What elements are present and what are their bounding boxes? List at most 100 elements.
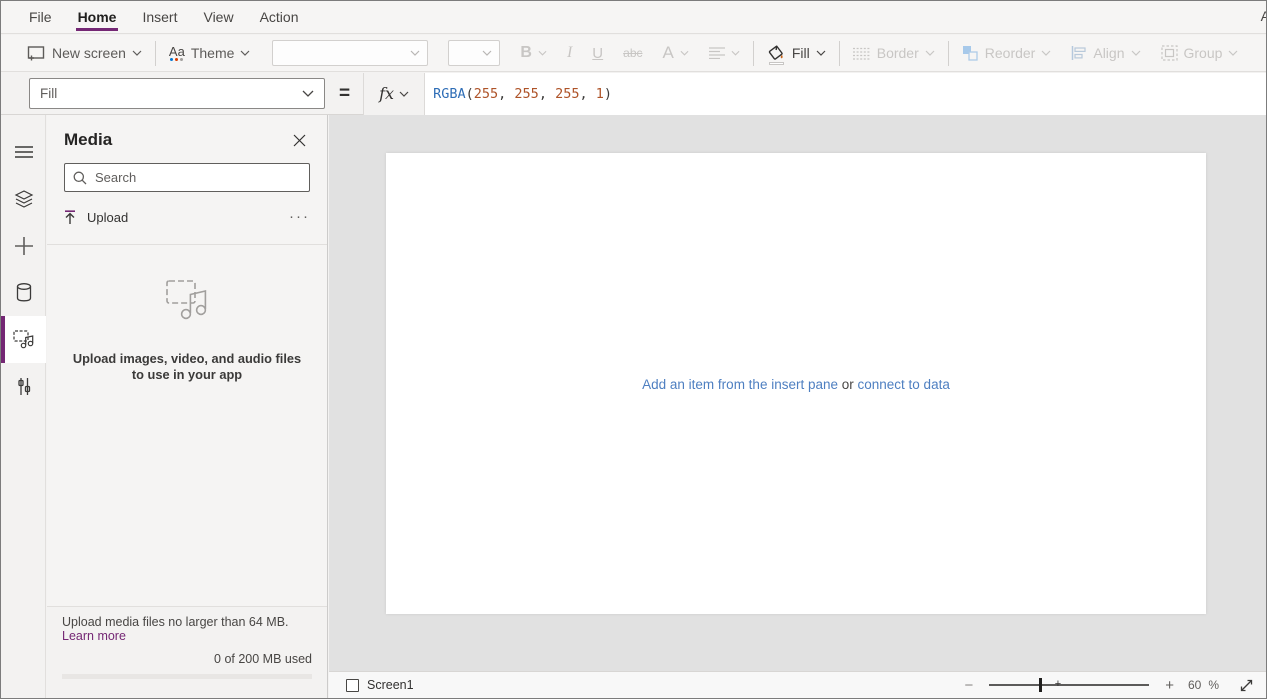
database-icon [16, 283, 32, 302]
border-button[interactable]: Border [843, 35, 945, 71]
fill-button[interactable]: Fill [757, 35, 836, 71]
screen-name: Screen1 [367, 678, 414, 692]
font-size-select[interactable] [448, 40, 500, 66]
media-empty-state: Upload images, video, and audio files to… [47, 245, 327, 383]
chevron-down-icon [302, 90, 314, 97]
fit-to-window-button[interactable] [1239, 678, 1254, 693]
border-icon [853, 47, 871, 60]
theme-button[interactable]: Aa Theme [159, 35, 260, 71]
new-screen-label: New screen [52, 45, 126, 61]
strikethrough-button[interactable]: abc [613, 35, 652, 71]
status-bar: Screen1 − + + 60% [329, 671, 1266, 698]
font-color-icon: A [663, 43, 674, 63]
formula-input[interactable]: RGBA(255, 255, 255, 1) [425, 73, 1266, 115]
group-button[interactable]: Group [1151, 35, 1249, 71]
group-icon [1161, 45, 1178, 61]
zoom-out-button[interactable]: − [958, 678, 979, 693]
media-panel-footer: Upload media files no larger than 64 MB.… [47, 606, 327, 698]
rail-media-button[interactable] [1, 316, 46, 363]
rail-insert-button[interactable] [1, 222, 46, 269]
media-icon [13, 330, 35, 349]
bold-button[interactable]: B [510, 35, 557, 71]
reorder-button[interactable]: Reorder [952, 35, 1062, 71]
learn-more-link[interactable]: Learn more [62, 629, 312, 643]
media-panel: Media Upload ··· [47, 115, 328, 698]
toolbar-divider [753, 41, 754, 66]
zoom-controls: − + + 60% [958, 678, 1254, 693]
chevron-down-icon [240, 50, 250, 56]
toolbar-divider [839, 41, 840, 66]
add-item-link[interactable]: Add an item from the insert pane [642, 377, 838, 392]
hamburger-icon [15, 146, 33, 158]
formula-number: 255 [474, 86, 498, 102]
chevron-down-icon [731, 50, 740, 56]
menu-action[interactable]: Action [247, 1, 312, 33]
underline-button[interactable]: U [582, 35, 613, 71]
italic-icon: I [567, 44, 572, 62]
menu-insert[interactable]: Insert [129, 1, 190, 33]
theme-label: Theme [191, 45, 235, 61]
media-empty-text: Upload images, video, and audio files to… [71, 351, 303, 383]
text-align-button[interactable] [699, 35, 750, 71]
storage-usage-text: 0 of 200 MB used [62, 652, 312, 666]
clipped-right-text: A [1261, 8, 1266, 24]
search-icon [73, 171, 87, 185]
property-select-value: Fill [40, 86, 57, 101]
chevron-down-icon [925, 50, 935, 56]
zoom-slider-thumb[interactable] [1039, 678, 1042, 692]
close-icon [293, 134, 306, 147]
zoom-percent: 60% [1188, 678, 1219, 692]
rail-data-button[interactable] [1, 269, 46, 316]
zoom-in-button[interactable]: + [1159, 678, 1180, 693]
connect-to-data-link[interactable]: connect to data [858, 377, 950, 392]
empty-screen-prompt: Add an item from the insert pane or conn… [386, 377, 1206, 392]
rail-advanced-tools-button[interactable] [1, 363, 46, 410]
link-separator-text: or [838, 377, 858, 392]
close-panel-button[interactable] [288, 129, 310, 151]
left-rail [1, 115, 46, 698]
fx-icon: fx [379, 84, 394, 103]
menu-home[interactable]: Home [65, 1, 130, 33]
upload-label: Upload [87, 210, 128, 225]
formula-separator: , [498, 86, 514, 102]
align-button[interactable]: Align [1061, 35, 1150, 71]
more-options-button[interactable]: ··· [289, 212, 310, 222]
menu-file[interactable]: File [16, 1, 65, 33]
rail-hamburger-button[interactable] [1, 128, 46, 175]
align-label: Align [1093, 45, 1124, 61]
property-select[interactable]: Fill [29, 78, 325, 109]
tree-view-icon [14, 190, 34, 208]
chevron-down-icon [1131, 50, 1141, 56]
screen-artboard[interactable]: Add an item from the insert pane or conn… [386, 153, 1206, 614]
fill-bucket-icon [767, 45, 786, 62]
formula-number: 1 [596, 86, 604, 102]
font-family-select[interactable] [272, 40, 428, 66]
media-panel-title: Media [64, 130, 112, 150]
upload-limit-note: Upload media files no larger than 64 MB. [62, 615, 312, 629]
zoom-slider-track [989, 684, 1149, 686]
align-icon [1071, 46, 1087, 60]
italic-button[interactable]: I [557, 35, 582, 71]
formula-number: 255 [514, 86, 538, 102]
new-screen-button[interactable]: New screen [17, 35, 152, 71]
media-placeholder-icon [161, 277, 213, 321]
screen-selector[interactable]: Screen1 [346, 678, 414, 692]
formula-separator: , [539, 86, 555, 102]
font-color-button[interactable]: A [653, 35, 699, 71]
chevron-down-icon [1041, 50, 1051, 56]
fx-button[interactable]: fx [363, 73, 425, 115]
media-search-input[interactable] [95, 170, 301, 185]
chevron-down-icon [816, 50, 826, 56]
media-search-box[interactable] [64, 163, 310, 192]
border-label: Border [877, 45, 919, 61]
toolbar-divider [948, 41, 949, 66]
upload-button[interactable]: Upload ··· [64, 202, 310, 232]
storage-progress-bar [62, 674, 312, 679]
toolbar-divider [155, 41, 156, 66]
underline-icon: U [592, 45, 603, 62]
menu-view[interactable]: View [190, 1, 246, 33]
upload-icon [64, 210, 76, 225]
zoom-slider[interactable]: + [989, 678, 1149, 692]
toolbar: New screen Aa Theme B I U abc [1, 35, 1266, 72]
rail-tree-view-button[interactable] [1, 175, 46, 222]
